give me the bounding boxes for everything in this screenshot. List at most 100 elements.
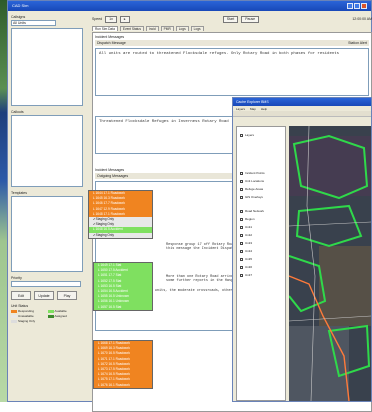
unit-option-label: L 1648 17.1 Roadwork	[93, 211, 125, 216]
sim-toolbar: Speed 1x ▸ Start Pause 12:00:00 AM	[92, 15, 372, 23]
layer-checkbox[interactable]	[240, 209, 243, 213]
unit-option-label: L 1670 16.5 Roadwork	[98, 351, 130, 356]
layer-item[interactable]: Region	[237, 215, 285, 223]
map-menu-item[interactable]: Help	[261, 107, 267, 111]
tab-0[interactable]: Run Sim Data	[92, 26, 118, 31]
step-button[interactable]: ▸	[119, 15, 130, 23]
legend-swatch	[47, 314, 54, 318]
layer-item[interactable]: Unit3	[237, 239, 285, 247]
unit-option-label: L 1674 16.5 Roadwork	[98, 372, 130, 377]
layer-item[interactable]: Unit2	[237, 231, 285, 239]
layer-item[interactable]: Layers	[237, 131, 285, 139]
unit-option[interactable]: L 1676 16.1 Roadwork	[94, 382, 152, 388]
templates-list[interactable]	[11, 196, 83, 272]
play-button[interactable]: Play	[57, 291, 77, 300]
legend-label: Assigned	[54, 314, 67, 318]
legend-item: Staging Only	[11, 319, 47, 323]
layer-panel: Layers Incident Points Unit Locations Refug…	[236, 126, 286, 401]
unit-option-label: L 1652 17.5 Stat	[98, 278, 122, 283]
priority-label: Priority	[11, 276, 22, 280]
callouts-label: Callouts	[11, 110, 24, 114]
layer-item[interactable]: Road Network	[237, 207, 285, 215]
tab-2[interactable]: Incid	[145, 26, 159, 31]
legend-label: Unavailable	[18, 314, 34, 318]
speed-select[interactable]: 1x	[105, 15, 117, 23]
incident-header: Incident Messages	[95, 35, 125, 39]
unit-dropdown-c[interactable]: L 1668 17.1 Roadwork L 1669 16.3 Roadwork…	[93, 340, 153, 389]
layer-item[interactable]: Unit5	[237, 255, 285, 263]
unit-filter-select[interactable]: All Units	[11, 20, 56, 26]
unit-option-label: L 1656 16.1 Unknown	[98, 299, 129, 304]
layer-label: Unit4	[245, 249, 253, 253]
dispatch-message-text[interactable]: All units are routed to threatened Flock…	[95, 48, 369, 96]
layer-item[interactable]: GIS Overlays	[237, 193, 285, 201]
tab-3[interactable]: PMR	[160, 26, 174, 31]
legend-label: Staging Only	[18, 319, 36, 323]
minimize-button[interactable]	[347, 3, 353, 9]
maximize-button[interactable]	[354, 3, 360, 9]
layer-checkbox[interactable]	[240, 171, 243, 175]
map-menu-item[interactable]: Layers	[236, 107, 245, 111]
unit-option-label: L 1645 16.3 Roadwork	[93, 196, 125, 201]
map-toolbar	[233, 111, 371, 117]
unit-option-label: L 1655 16.5 Unknown	[98, 294, 129, 299]
layer-checkbox[interactable]	[240, 195, 243, 199]
legend-label: Responding	[18, 309, 35, 313]
layer-checkbox[interactable]	[240, 217, 243, 221]
dispatch-message-label: Dispatch Message	[97, 41, 126, 45]
tab-1[interactable]: Event Status	[119, 26, 144, 31]
layer-checkbox[interactable]	[240, 225, 243, 229]
speed-label: Speed	[92, 17, 103, 21]
unit-option-label: L 1648 16.5 Accident	[93, 227, 123, 232]
tab-5[interactable]: Logs	[190, 26, 204, 31]
layer-item[interactable]: Incident Points	[237, 169, 285, 177]
unit-option-label: L 1669 16.3 Roadwork	[98, 346, 130, 351]
layer-checkbox[interactable]	[240, 133, 243, 137]
window-title: CAD Sim	[12, 3, 29, 8]
unit-option[interactable]: ✔Staging Only	[89, 232, 152, 238]
edit-button[interactable]: Edit	[11, 291, 31, 300]
unit-option[interactable]: L 1657 16.5 Stat	[94, 304, 152, 310]
layer-label: Unit2	[245, 233, 253, 237]
layer-checkbox[interactable]	[240, 233, 243, 237]
unit-option-label: L 1657 16.5 Stat	[98, 304, 122, 309]
map-window-title: Cache Explorer BMS	[233, 98, 371, 106]
callsigns-label: Callsigns	[11, 15, 26, 19]
layer-label: Layers	[245, 133, 255, 137]
layer-checkbox[interactable]	[240, 249, 243, 253]
layer-item[interactable]: Refuge Areas	[237, 185, 285, 193]
layer-item[interactable]: Unit Locations	[237, 177, 285, 185]
map-view[interactable]	[289, 126, 371, 401]
pause-button[interactable]: Pause	[241, 15, 260, 23]
layer-item[interactable]: Unit1	[237, 223, 285, 231]
unit-dropdown-a[interactable]: L 1644 17.1 Roadwork L 1645 16.3 Roadwork…	[88, 190, 153, 239]
priority-select[interactable]	[11, 281, 81, 287]
close-button[interactable]	[361, 3, 367, 9]
layer-checkbox[interactable]	[240, 179, 243, 183]
legend-item: Available	[47, 309, 84, 313]
unit-option-label: L 1644 17.1 Roadwork	[93, 191, 125, 195]
left-panel: Callsigns All Units Callouts Templates P…	[11, 15, 83, 400]
unit-dropdown-b[interactable]: L 1649 17.1 Stat L 1650 17.5 Accident L 16…	[93, 262, 153, 311]
unit-option-label: Staging Only	[95, 222, 114, 227]
unit-option-label: L 1653 16.5 Stat	[98, 283, 122, 288]
layer-label: Region	[245, 217, 255, 221]
station-alert-label: Station Alert	[348, 41, 367, 45]
layer-item[interactable]: Unit7	[237, 271, 285, 279]
layer-checkbox[interactable]	[240, 273, 243, 277]
start-button[interactable]: Start	[222, 15, 239, 23]
map-menu-item[interactable]: Map	[250, 107, 256, 111]
layer-checkbox[interactable]	[240, 257, 243, 261]
layer-label: Refuge Areas	[245, 187, 264, 191]
legend-swatch	[47, 309, 54, 313]
callouts-list[interactable]	[11, 115, 83, 187]
layer-item[interactable]: Unit6	[237, 263, 285, 271]
tab-4[interactable]: Logs	[175, 26, 189, 31]
update-button[interactable]: Update	[34, 291, 54, 300]
layer-item[interactable]: Unit4	[237, 247, 285, 255]
main-titlebar: CAD Sim	[8, 1, 371, 11]
layer-checkbox[interactable]	[240, 265, 243, 269]
layer-checkbox[interactable]	[240, 241, 243, 245]
callsign-list[interactable]	[11, 28, 83, 106]
layer-checkbox[interactable]	[240, 187, 243, 191]
